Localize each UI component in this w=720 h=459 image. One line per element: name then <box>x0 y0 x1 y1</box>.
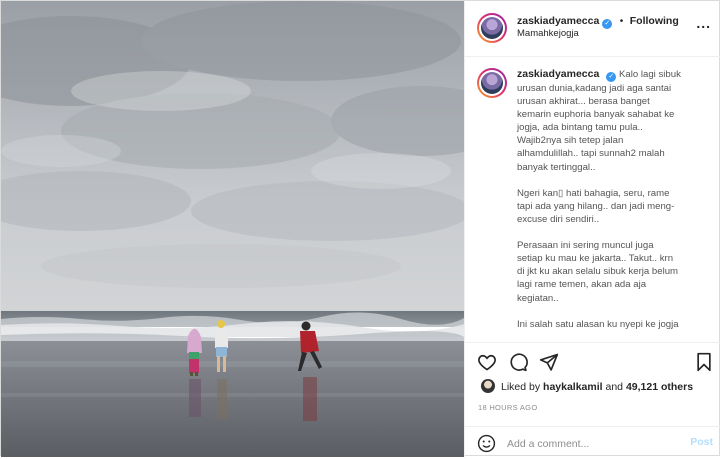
post-comment-button[interactable]: Post <box>690 436 713 448</box>
verified-badge-icon: ✓ <box>602 19 613 29</box>
caption-verified-badge-icon: ✓ <box>606 72 617 82</box>
caption-line: alhamdulillah.. tapi sunnah2 malah <box>517 148 665 160</box>
liker-avatar[interactable] <box>481 379 495 393</box>
caption-line: urusan dunia,kadang jadi aga santai <box>517 83 672 94</box>
comment-bar: Post <box>465 426 720 459</box>
instagram-post-modal: zaskiadyamecca ✓ • Following Mamahkejogja… <box>0 0 720 457</box>
likes-count[interactable]: 49,121 others <box>626 381 693 393</box>
caption-scroll-area[interactable]: zaskiadyamecca ✓ Kalo lagi sibuk urusan d… <box>465 58 720 342</box>
caption-line: excuse diri sendiri.. <box>517 213 600 225</box>
liked-by-user[interactable]: haykalkamil <box>543 381 603 393</box>
caption-line: kemarin euphoria banyak sahabat ke <box>517 109 675 121</box>
comment-input[interactable] <box>507 435 677 453</box>
caption-line: di jkt ku akan selalu sibuk kerja belum <box>517 266 679 278</box>
caption-author-avatar[interactable] <box>477 68 507 98</box>
caption-line: jogja, ada bintang tamu pula.. <box>517 122 643 134</box>
more-options-icon[interactable]: ... <box>696 15 711 31</box>
post-side-panel: zaskiadyamecca ✓ • Following Mamahkejogja… <box>464 1 720 457</box>
likes-summary: Liked by haykalkamil and 49,121 others <box>481 379 693 393</box>
post-actions: Liked by haykalkamil and 49,121 others 1… <box>465 342 720 458</box>
post-header: zaskiadyamecca ✓ • Following Mamahkejogja… <box>465 1 720 57</box>
likes-prefix: Liked by <box>501 381 541 393</box>
beach-photo-image <box>1 1 464 457</box>
caption-line: Ini salah satu alasan ku nyepi ke jogja <box>517 318 679 330</box>
comment-icon[interactable] <box>508 352 528 372</box>
heart-icon[interactable] <box>477 352 497 372</box>
post-timestamp[interactable]: 18 HOURS AGO <box>478 403 537 412</box>
post-photo[interactable] <box>1 1 464 457</box>
following-button[interactable]: Following <box>630 15 679 27</box>
caption-line: kegiatan.. <box>517 292 559 304</box>
caption-line: Perasaan ini sering muncul juga <box>517 240 654 252</box>
caption-line: lagi rame temen, akan ada aja <box>517 279 647 291</box>
header-user-line: zaskiadyamecca ✓ • Following <box>517 11 679 29</box>
paper-plane-icon[interactable] <box>539 352 559 372</box>
likes-and: and <box>605 381 624 393</box>
caption-username[interactable]: zaskiadyamecca <box>517 68 599 80</box>
caption-line: Wajib2nya sih tetep jalan <box>517 135 624 147</box>
post-caption: zaskiadyamecca ✓ Kalo lagi sibuk urusan d… <box>517 68 713 331</box>
caption-line: setiap ku mau ke jakarta.. Takut.. krn <box>517 253 674 265</box>
author-username[interactable]: zaskiadyamecca <box>517 15 599 27</box>
author-avatar[interactable] <box>477 13 507 43</box>
caption-line: Ngeri kan▯ hati bahagia, seru, rame <box>517 187 670 199</box>
caption-line: urusan akhirat... berasa banget <box>517 96 650 108</box>
caption-line: Kalo lagi sibuk <box>619 69 681 80</box>
separator-dot: • <box>619 16 624 27</box>
smiley-icon[interactable] <box>477 434 496 453</box>
post-location[interactable]: Mamahkejogja <box>517 28 579 39</box>
bookmark-icon[interactable] <box>695 352 713 372</box>
caption-line: tapi ada yang hilang.. dan jadi meng- <box>517 200 675 212</box>
caption-line: banyak tertinggal.. <box>517 161 596 173</box>
